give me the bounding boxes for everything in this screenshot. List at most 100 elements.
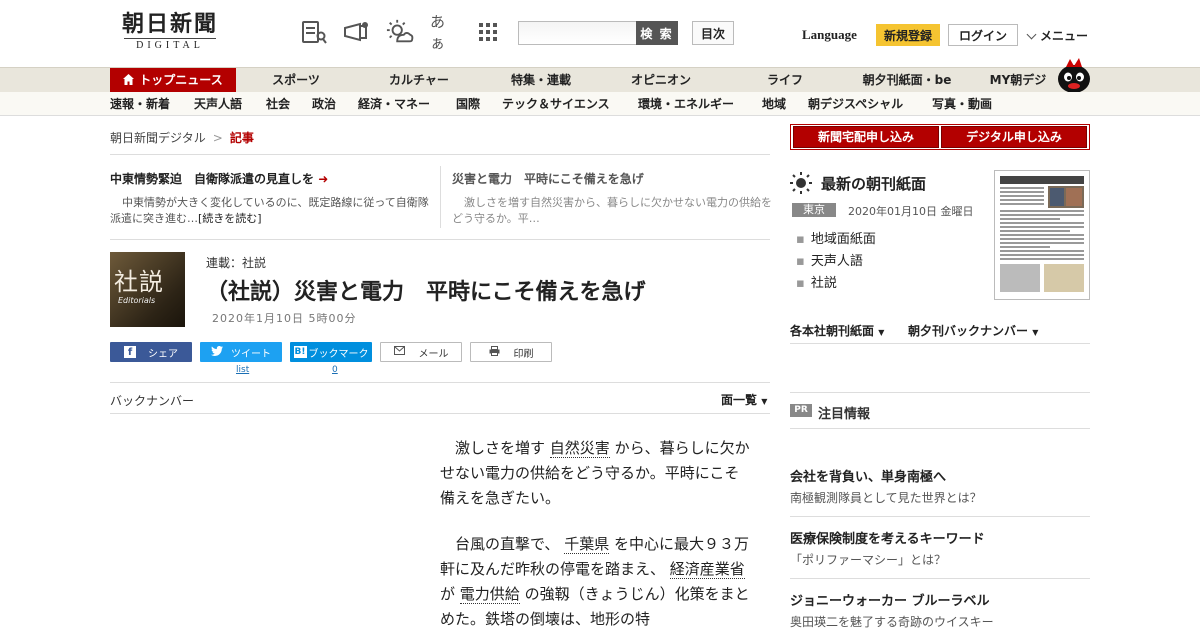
mail-icon xyxy=(393,346,405,358)
font-size-icon[interactable]: あぁ xyxy=(430,13,458,52)
site-header: 朝日新聞 DIGITAL あぁ 検 索 目次 Language 新規登録 ログイ… xyxy=(0,0,1200,66)
nav-sports[interactable]: スポーツ xyxy=(258,68,334,92)
keyword-link[interactable]: 自然災害 xyxy=(549,439,610,458)
featured-item[interactable]: 中東情勢緊迫 自衛隊派遣の見直しを ➜ 中東情勢が大きく変化しているのに、既定路… xyxy=(110,170,430,227)
divider xyxy=(790,578,1090,579)
mail-share-button[interactable]: メール xyxy=(380,342,462,362)
twitter-icon xyxy=(211,345,223,359)
featured-body: 激しさを増す自然災害から、暮らしに欠かせない電力の供給をどう守るか。平… xyxy=(452,196,772,225)
nav-life[interactable]: ライフ xyxy=(750,68,820,92)
divider xyxy=(110,154,770,155)
paper-link[interactable]: ▪ 地域面紙面 xyxy=(796,228,876,247)
facebook-share-button[interactable]: f シェア xyxy=(110,342,192,362)
regional-paper-dropdown[interactable]: 各本社朝刊紙面 ▼ xyxy=(790,322,884,339)
read-more-link[interactable]: [続きを読む] xyxy=(198,212,262,225)
divider xyxy=(790,428,1090,429)
sun-icon xyxy=(790,172,812,197)
twitter-share-button[interactable]: ツイート xyxy=(200,342,282,362)
nav2-politics[interactable]: 政治 xyxy=(312,92,336,116)
signup-button[interactable]: 新規登録 xyxy=(876,24,940,46)
scrap-book-icon[interactable] xyxy=(300,18,328,46)
divider xyxy=(790,516,1090,517)
article-date: 2020年1月10日 5時00分 xyxy=(212,312,357,325)
divider xyxy=(110,413,770,414)
divider xyxy=(110,239,770,240)
promo-title[interactable]: ジョニーウォーカー ブルーラベル xyxy=(790,590,990,609)
caret-down-icon: ▼ xyxy=(761,397,768,406)
article-body: 激しさを増す 自然災害 から、暮らしに欠かせない電力の供給をどう守るか。平時にこ… xyxy=(440,436,750,630)
divider xyxy=(110,382,770,383)
digital-signup-button[interactable]: デジタル申し込み xyxy=(941,126,1087,148)
nav2-photo[interactable]: 写真・動画 xyxy=(932,92,992,116)
nav2-tensei[interactable]: 天声人語 xyxy=(194,92,242,116)
search-button[interactable]: 検 索 xyxy=(636,21,678,45)
logo-sub-text: DIGITAL xyxy=(124,38,216,51)
breadcrumb: 朝日新聞デジタル > 記事 xyxy=(110,129,254,146)
paper-date: 2020年01月10日 金曜日 xyxy=(848,205,974,218)
weather-icon[interactable] xyxy=(386,18,414,46)
nav2-breaking[interactable]: 速報・新着 xyxy=(110,92,170,116)
logo-main-text: 朝日新聞 xyxy=(121,11,218,37)
newspaper-thumbnail[interactable] xyxy=(994,170,1090,300)
nav2-special[interactable]: 朝デジスペシャル xyxy=(808,92,903,116)
nav-top-news[interactable]: トップニュース xyxy=(110,68,236,92)
mascot-icon[interactable] xyxy=(1054,57,1092,93)
nav2-tech[interactable]: テック＆サイエンス xyxy=(502,92,610,116)
notification-icon[interactable] xyxy=(342,18,370,46)
hatena-count[interactable]: 0 xyxy=(332,365,338,375)
login-button[interactable]: ログイン xyxy=(948,24,1018,46)
print-button[interactable]: 印刷 xyxy=(470,342,552,362)
keyword-link[interactable]: 電力供給 xyxy=(459,585,520,604)
pr-badge: PR xyxy=(790,404,812,417)
nav-features[interactable]: 特集・連載 xyxy=(504,68,578,92)
featured-body: 中東情勢が大きく変化しているのに、既定路線に従って自衛隊派遣に突き進む…[続きを… xyxy=(110,196,429,225)
featured-title: 中東情勢緊迫 自衛隊派遣の見直しを xyxy=(110,172,315,186)
facebook-icon: f xyxy=(124,346,136,358)
home-icon xyxy=(123,69,135,93)
paper-link[interactable]: ▪ 社説 xyxy=(796,272,837,291)
paper-link[interactable]: ▪ 天声人語 xyxy=(796,250,863,269)
delivery-signup-button[interactable]: 新聞宅配申し込み xyxy=(793,126,939,148)
nav-my-asadigi[interactable]: MY朝デジ xyxy=(980,68,1056,92)
arrow-right-icon: ➜ xyxy=(318,172,329,186)
menu-button[interactable]: メニュー xyxy=(1026,27,1088,44)
site-logo[interactable]: 朝日新聞 DIGITAL xyxy=(110,12,230,51)
promo-title[interactable]: 医療保険制度を考えるキーワード xyxy=(790,528,985,547)
twitter-list-link[interactable]: list xyxy=(236,365,249,375)
nav2-environment[interactable]: 環境・エネルギー xyxy=(638,92,734,116)
thumb-kanji: 社説 xyxy=(114,268,164,296)
paper-title: 最新の朝刊紙面 xyxy=(821,175,927,193)
series-link[interactable]: 連載：社説 xyxy=(206,254,266,271)
apps-grid-icon[interactable] xyxy=(474,18,502,46)
index-button[interactable]: 目次 xyxy=(692,21,734,45)
nav2-region[interactable]: 地域 xyxy=(762,92,786,116)
divider xyxy=(790,392,1090,393)
featured-item[interactable]: 災害と電力 平時にこそ備えを急げ 激しさを増す自然災害から、暮らしに欠かせない電… xyxy=(452,170,772,227)
breadcrumb-home[interactable]: 朝日新聞デジタル xyxy=(110,131,206,145)
promo-title[interactable]: 会社を背負い、単身南極へ xyxy=(790,466,946,485)
men-list-dropdown[interactable]: 面一覧 ▼ xyxy=(721,391,767,408)
divider xyxy=(790,343,1090,344)
nav-paper[interactable]: 朝夕刊紙面・be xyxy=(854,68,960,92)
back-number-dropdown[interactable]: 朝夕刊バックナンバー ▼ xyxy=(908,322,1038,339)
breadcrumb-current: 記事 xyxy=(229,131,254,145)
keyword-link[interactable]: 千葉県 xyxy=(564,535,610,554)
promo-subtitle: 「ポリファーマシー」とは？ xyxy=(790,553,947,567)
caret-down-icon: ▼ xyxy=(878,328,885,337)
back-number-link[interactable]: バックナンバー xyxy=(110,392,194,409)
caret-down-icon: ▼ xyxy=(1032,328,1039,337)
nav2-society[interactable]: 社会 xyxy=(266,92,290,116)
nav2-economy[interactable]: 経済・マネー xyxy=(358,92,430,116)
nav2-world[interactable]: 国際 xyxy=(456,92,480,116)
hatena-bookmark-button[interactable]: B! ブックマーク xyxy=(290,342,372,362)
pr-title: 注目情報 xyxy=(818,407,871,422)
article-paragraph: 台風の直撃で、 千葉県 を中心に最大９３万軒に及んだ昨秋の停電を踏まえ、 経済産… xyxy=(440,535,750,628)
nav-opinion[interactable]: オピニオン xyxy=(624,68,698,92)
nav-culture[interactable]: カルチャー xyxy=(380,68,458,92)
keyword-link[interactable]: 経済産業省 xyxy=(669,560,745,579)
nav-top-news-label: トップニュース xyxy=(139,73,223,87)
language-link[interactable]: Language xyxy=(802,27,857,43)
editorials-thumbnail: 社説 Editorials xyxy=(110,252,185,327)
search-input[interactable] xyxy=(518,21,638,45)
primary-nav: トップニュース スポーツ カルチャー 特集・連載 オピニオン ライフ 朝夕刊紙面… xyxy=(0,67,1200,92)
